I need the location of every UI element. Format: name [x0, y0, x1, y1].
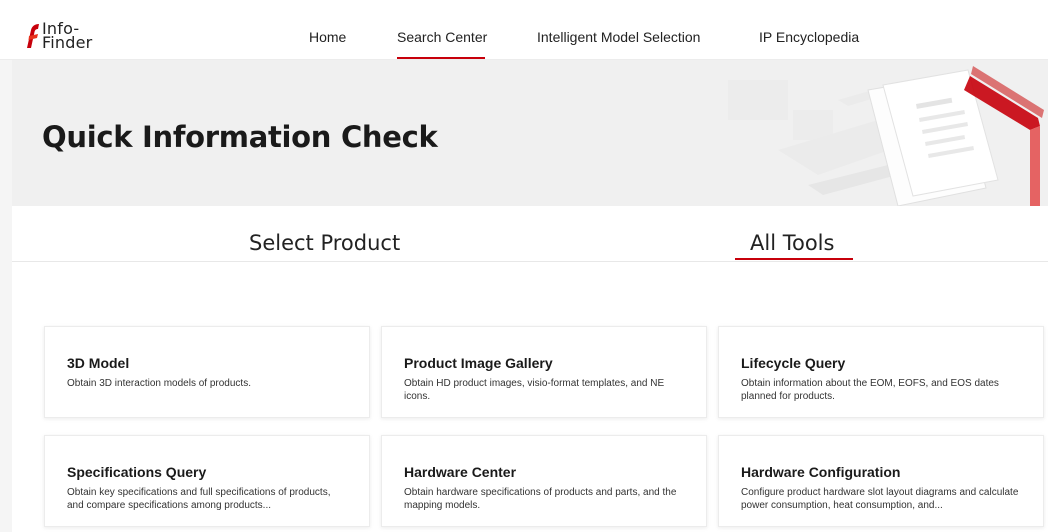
hero-banner: Quick Information Check [12, 60, 1048, 206]
tab-active-indicator [735, 258, 853, 260]
nav-intelligent-model-selection[interactable]: Intelligent Model Selection [537, 0, 700, 60]
tool-card-specifications-query[interactable]: Specifications Query Obtain key specific… [44, 435, 370, 527]
tab-select-product[interactable]: Select Product [249, 231, 400, 255]
info-finder-logo[interactable]: Info- Finder [26, 20, 96, 52]
nav-active-indicator [397, 57, 485, 59]
card-title: Hardware Center [404, 464, 517, 480]
product-tool-tabs: Select Product All Tools [12, 206, 1048, 262]
card-description: Obtain HD product images, visio-format t… [404, 378, 665, 402]
card-description: Configure product hardware slot layout d… [741, 487, 1019, 511]
top-navigation-bar: Info- Finder Home Search Center Intellig… [0, 0, 1048, 60]
tools-grid: 3D Model Obtain 3D interaction models of… [12, 262, 1048, 532]
logo-mark-icon [27, 24, 39, 48]
card-description: Obtain hardware specifications of produc… [404, 487, 677, 511]
card-description: Obtain key specifications and full speci… [67, 487, 331, 511]
card-title: 3D Model [67, 355, 130, 371]
nav-home[interactable]: Home [309, 0, 346, 60]
card-description: Obtain information about the EOM, EOFS, … [741, 378, 999, 402]
tool-card-hardware-configuration[interactable]: Hardware Configuration Configure product… [718, 435, 1044, 527]
card-title: Specifications Query [67, 464, 207, 480]
card-title: Product Image Gallery [404, 355, 553, 371]
nav-search-center[interactable]: Search Center [397, 0, 487, 60]
tab-all-tools[interactable]: All Tools [750, 231, 834, 255]
logo-text-line2: Finder [42, 33, 93, 52]
card-title: Hardware Configuration [741, 464, 901, 480]
document-illustration-icon [728, 66, 1044, 206]
card-title: Lifecycle Query [741, 355, 846, 371]
nav-ip-encyclopedia[interactable]: IP Encyclopedia [759, 0, 859, 60]
page-title: Quick Information Check [42, 120, 438, 154]
tool-card-lifecycle-query[interactable]: Lifecycle Query Obtain information about… [718, 326, 1044, 418]
tool-card-product-image-gallery[interactable]: Product Image Gallery Obtain HD product … [381, 326, 707, 418]
tool-card-3d-model[interactable]: 3D Model Obtain 3D interaction models of… [44, 326, 370, 418]
tool-card-hardware-center[interactable]: Hardware Center Obtain hardware specific… [381, 435, 707, 527]
card-description: Obtain 3D interaction models of products… [67, 378, 251, 389]
